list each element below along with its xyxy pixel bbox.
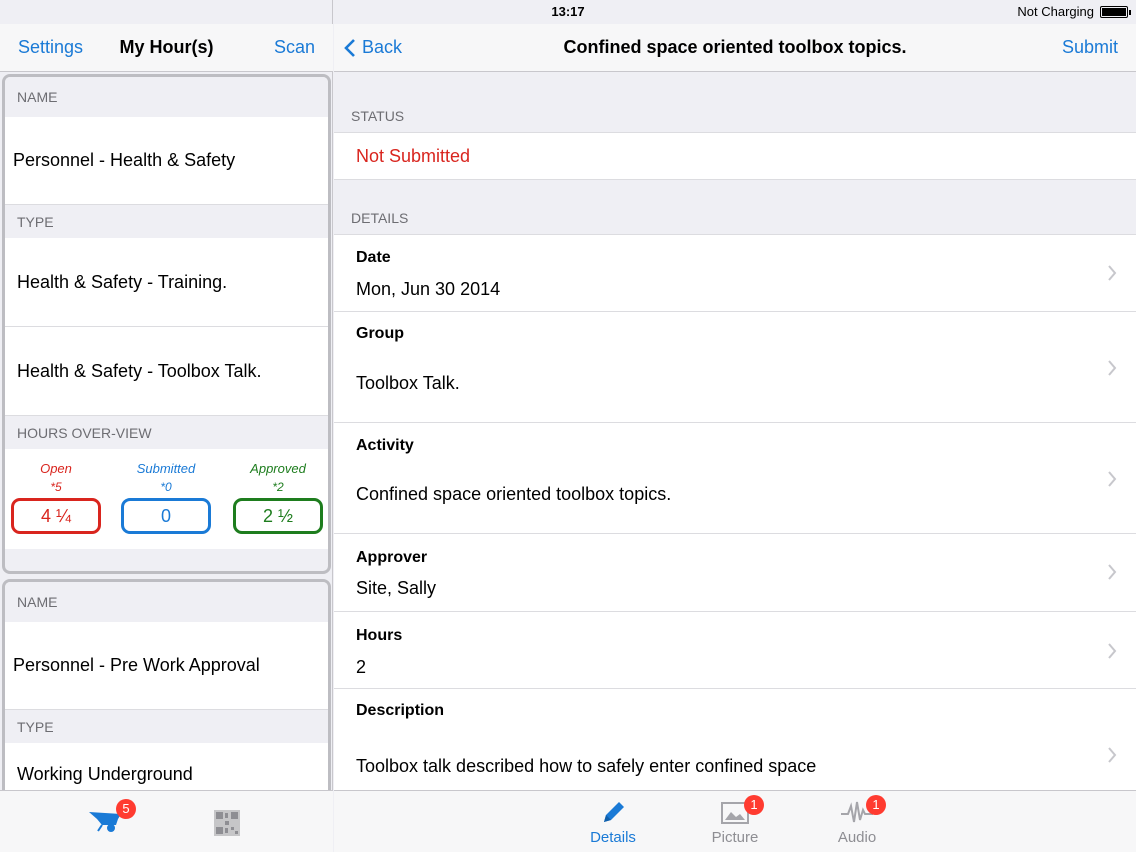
picture-icon: [690, 797, 780, 829]
tab-details-label: Details: [590, 829, 636, 846]
group-label: Group: [356, 325, 404, 342]
master-tab-bar: 5: [0, 790, 333, 852]
hours-card[interactable]: NAME Personnel - Pre Work Approval TYPE …: [2, 579, 331, 799]
approved-label: Approved: [250, 461, 306, 476]
name-cell[interactable]: Personnel - Pre Work Approval: [5, 622, 328, 710]
open-label: Open: [40, 461, 72, 476]
type-cell[interactable]: Health & Safety - Toolbox Talk.: [5, 327, 328, 416]
hours-label: Hours: [356, 627, 403, 644]
tab-audio[interactable]: Audio 1: [812, 795, 902, 846]
pencil-icon: [568, 797, 658, 829]
detail-body: STATUS Not Submitted DETAILS Date Mon, J…: [334, 72, 1136, 790]
submitted-count: *0: [160, 480, 172, 494]
details-list: Date Mon, Jun 30 2014 Group Toolbox Talk…: [334, 234, 1136, 790]
chevron-right-icon: [1108, 643, 1117, 659]
chevron-right-icon: [1108, 360, 1117, 376]
type-value: Working Underground: [17, 764, 193, 784]
detail-nav-bar: Back Confined space oriented toolbox top…: [334, 24, 1136, 72]
name-cell[interactable]: Personnel - Health & Safety: [5, 117, 328, 205]
type-value: Health & Safety - Training.: [17, 271, 228, 292]
tab-picture-label: Picture: [711, 829, 759, 846]
submitted-hours[interactable]: Submitted *0 0: [121, 461, 211, 534]
approver-label: Approver: [356, 549, 428, 566]
audio-waveform-icon: [812, 797, 902, 829]
scan-button[interactable]: Scan: [274, 37, 315, 58]
hours-value: 2: [356, 657, 367, 677]
approver-row[interactable]: Approver Site, Sally: [334, 534, 1136, 612]
date-row[interactable]: Date Mon, Jun 30 2014: [334, 235, 1136, 312]
status-header: STATUS: [351, 108, 405, 124]
activity-value: Confined space oriented toolbox topics.: [356, 484, 672, 504]
hours-overview: Open *5 4 ¼ Submitted *0 0 Approved *2 2…: [5, 449, 328, 549]
section-header: HOURS OVER-VIEW: [5, 416, 328, 449]
open-value: 4 ¼: [11, 498, 101, 534]
master-nav-bar: Settings My Hour(s) Scan: [0, 24, 333, 72]
chevron-right-icon: [1108, 564, 1117, 580]
tab-audio-label: Audio: [837, 829, 877, 846]
hours-card[interactable]: NAME Personnel - Health & Safety TYPE He…: [2, 74, 331, 574]
name-value: Personnel - Health & Safety: [13, 150, 236, 170]
qr-code-icon[interactable]: [214, 810, 240, 841]
submit-button[interactable]: Submit: [1062, 37, 1118, 58]
section-header: TYPE: [5, 710, 328, 743]
activity-label: Activity: [356, 437, 414, 454]
detail-tab-bar: Details Picture 1 Audio 1: [334, 790, 1136, 852]
chevron-right-icon: [1108, 265, 1117, 281]
open-count: *5: [50, 480, 62, 494]
tab-picture[interactable]: Picture 1: [690, 795, 780, 846]
date-value: Mon, Jun 30 2014: [356, 279, 501, 299]
description-value: Toolbox talk described how to safely ent…: [356, 756, 817, 776]
hours-badge: 5: [116, 799, 136, 819]
submitted-value: 0: [121, 498, 211, 534]
open-hours[interactable]: Open *5 4 ¼: [11, 461, 101, 534]
hours-row[interactable]: Hours 2: [334, 612, 1136, 689]
picture-badge: 1: [744, 795, 764, 815]
section-header: NAME: [5, 77, 328, 117]
type-value: Health & Safety - Toolbox Talk.: [17, 360, 262, 381]
approved-value: 2 ½: [233, 498, 323, 534]
section-header: TYPE: [5, 205, 328, 238]
status-value: Not Submitted: [334, 132, 1136, 180]
details-header: DETAILS: [351, 210, 409, 226]
chevron-right-icon: [1108, 747, 1117, 763]
battery-icon: [1100, 5, 1131, 18]
approved-hours[interactable]: Approved *2 2 ½: [233, 461, 323, 534]
type-cell[interactable]: Health & Safety - Training.: [5, 238, 328, 327]
description-row[interactable]: Description Toolbox talk described how t…: [334, 689, 1136, 790]
audio-badge: 1: [866, 795, 886, 815]
name-value: Personnel - Pre Work Approval: [13, 655, 260, 675]
chevron-right-icon: [1108, 471, 1117, 487]
section-header: NAME: [5, 582, 328, 622]
tab-details[interactable]: Details: [568, 797, 658, 846]
description-label: Description: [356, 702, 445, 719]
group-row[interactable]: Group Toolbox Talk.: [334, 312, 1136, 423]
activity-row[interactable]: Activity Confined space oriented toolbox…: [334, 423, 1136, 534]
approver-value: Site, Sally: [356, 578, 437, 598]
master-pane: Settings My Hour(s) Scan NAME Personnel …: [0, 0, 333, 852]
date-label: Date: [356, 249, 391, 266]
detail-title: Confined space oriented toolbox topics.: [563, 37, 907, 57]
charging-status: Not Charging: [1017, 4, 1094, 19]
submitted-label: Submitted: [136, 461, 196, 476]
group-value: Toolbox Talk.: [356, 373, 460, 393]
approved-count: *2: [272, 480, 284, 494]
